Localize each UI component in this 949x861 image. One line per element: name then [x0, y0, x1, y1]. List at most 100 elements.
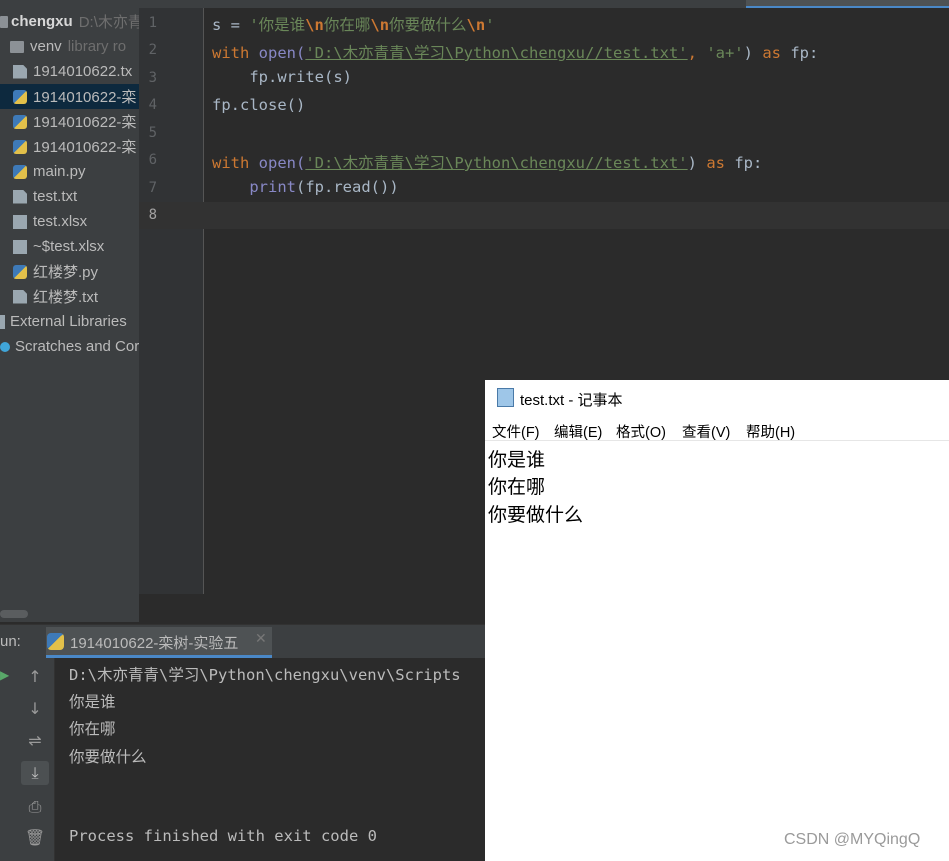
close-icon[interactable]: ✕ [255, 631, 267, 647]
line-number-current: 8 [148, 207, 157, 223]
python-run-icon [47, 633, 64, 650]
tree-item-venv[interactable]: venv library ro [0, 34, 139, 59]
code-token: ) [743, 44, 763, 62]
soft-wrap-icon[interactable]: ⇌ [21, 729, 49, 753]
menu-format[interactable]: 格式(O) [616, 421, 666, 442]
arrow-up-icon[interactable]: ↑ [21, 665, 49, 689]
code-token: s = [212, 16, 250, 34]
code-line-7: print(fp.read()) [212, 178, 398, 196]
editor-tab-active[interactable] [746, 0, 949, 8]
code-keyword: with [212, 154, 259, 172]
tree-item-label: 红楼梦.txt [33, 289, 99, 306]
console-line: Process finished with exit code 0 [69, 827, 377, 845]
tree-item-hint: library ro [67, 38, 127, 55]
code-path-string[interactable]: 'D:\木亦青青\学习\Python\chengxu//test.txt' [305, 154, 687, 172]
text-file-icon [13, 64, 27, 79]
tree-item-label: main.py [33, 163, 86, 180]
watermark: CSDN @MYQingQ [784, 831, 921, 848]
project-root[interactable]: chengxu D:\木亦青 [0, 9, 139, 34]
print-icon[interactable]: ⎙ [21, 795, 49, 819]
code-keyword: with [212, 44, 259, 62]
python-file-icon [13, 139, 27, 154]
notepad-text-line: 你在哪 [488, 476, 546, 498]
project-root-path: D:\木亦青 [78, 14, 139, 31]
run-tab-label[interactable]: 1914010622-栾树-实验五 [70, 632, 238, 653]
tree-item[interactable]: 1914010622.tx [0, 59, 139, 84]
text-file-icon [13, 189, 27, 204]
code-builtin: print [249, 178, 296, 196]
console-line: 你要做什么 [69, 748, 147, 766]
text-file-icon [13, 289, 27, 304]
code-token: , [687, 44, 707, 62]
code-string: 你要做什么 [389, 16, 467, 34]
code-line-1: s = '你是谁\n你在哪\n你要做什么\n' [212, 13, 495, 35]
notepad-window [485, 380, 949, 861]
code-line-4: fp.close() [212, 96, 306, 114]
folder-icon [10, 40, 24, 53]
folder-icon [0, 15, 8, 28]
code-string: 'a+' [706, 44, 744, 62]
menu-edit[interactable]: 编辑(E) [554, 421, 602, 442]
tree-item-external-libraries[interactable]: External Libraries [0, 309, 139, 334]
line-number: 1 [148, 15, 157, 31]
arrow-down-icon[interactable]: ↓ [21, 697, 49, 721]
editor-gutter [139, 8, 204, 594]
menu-help[interactable]: 帮助(H) [746, 421, 795, 442]
code-builtin: open( [258, 44, 306, 62]
notepad-text-line: 你是谁 [488, 449, 546, 471]
unknown-file-icon [13, 214, 27, 229]
tree-item[interactable]: 1914010622-栾 [0, 134, 139, 159]
run-side-strip [0, 658, 12, 861]
code-line-2: with open('D:\木亦青青\学习\Python\chengxu//te… [212, 41, 818, 63]
tree-item-label: ~$test.xlsx [33, 238, 105, 255]
code-path-string[interactable]: 'D:\木亦青青\学习\Python\chengxu//test.txt' [305, 44, 687, 62]
code-line-3: fp.write(s) [212, 68, 352, 86]
notepad-icon [497, 388, 514, 407]
console-line: 你在哪 [69, 720, 116, 738]
tree-item[interactable]: main.py [0, 159, 139, 184]
project-panel: chengxu D:\木亦青 venv library ro 191401062… [0, 0, 139, 622]
current-line-highlight [139, 202, 949, 229]
trash-icon[interactable]: 🗑 [21, 826, 49, 850]
tree-item-label: 红楼梦.py [33, 264, 99, 281]
tree-item[interactable]: 红楼梦.py [0, 259, 139, 284]
tree-item-label: venv [30, 38, 62, 55]
line-number: 4 [148, 97, 157, 113]
code-escape: \n [466, 16, 486, 34]
horizontal-scrollbar[interactable] [0, 610, 28, 618]
tree-item-selected[interactable]: 1914010622-栾 [0, 84, 139, 109]
menu-file[interactable]: 文件(F) [492, 421, 540, 442]
rerun-icon[interactable]: ▶ [0, 668, 9, 682]
project-root-name: chengxu [11, 13, 73, 30]
tree-item[interactable]: test.txt [0, 184, 139, 209]
tree-item[interactable]: 红楼梦.txt [0, 284, 139, 309]
tree-item-label: External Libraries [10, 313, 127, 330]
tree-item-scratches[interactable]: Scratches and Cor [0, 334, 139, 359]
code-keyword: as [762, 44, 781, 62]
line-number: 5 [148, 125, 157, 141]
console-line: 你是谁 [69, 693, 116, 711]
code-token: fp: [724, 154, 763, 172]
code-line-6: with open('D:\木亦青青\学习\Python\chengxu//te… [212, 151, 762, 173]
line-number: 3 [148, 70, 157, 86]
menu-divider [485, 440, 949, 441]
scratch-icon [0, 341, 10, 352]
menu-view[interactable]: 查看(V) [682, 421, 730, 442]
code-builtin: open( [258, 154, 306, 172]
scroll-to-end-icon[interactable]: ⤓ [21, 761, 49, 785]
code-string: 你在哪 [323, 16, 371, 34]
tree-item[interactable]: 1914010622-栾 [0, 109, 139, 134]
tree-item-label: 1914010622-栾 [33, 114, 137, 131]
line-number: 6 [148, 152, 157, 168]
code-string: ' [485, 16, 495, 34]
tree-item-label: 1914010622-栾 [33, 89, 137, 106]
tree-item-label: Scratches and Cor [15, 338, 139, 355]
run-label: un: [0, 633, 21, 650]
code-token: ) [687, 154, 707, 172]
python-file-icon [13, 114, 27, 129]
tree-item[interactable]: ~$test.xlsx [0, 234, 139, 259]
line-number: 7 [148, 180, 157, 196]
tree-item[interactable]: test.xlsx [0, 209, 139, 234]
tree-item-label: 1914010622.tx [33, 63, 133, 80]
tree-item-label: test.txt [33, 188, 78, 205]
